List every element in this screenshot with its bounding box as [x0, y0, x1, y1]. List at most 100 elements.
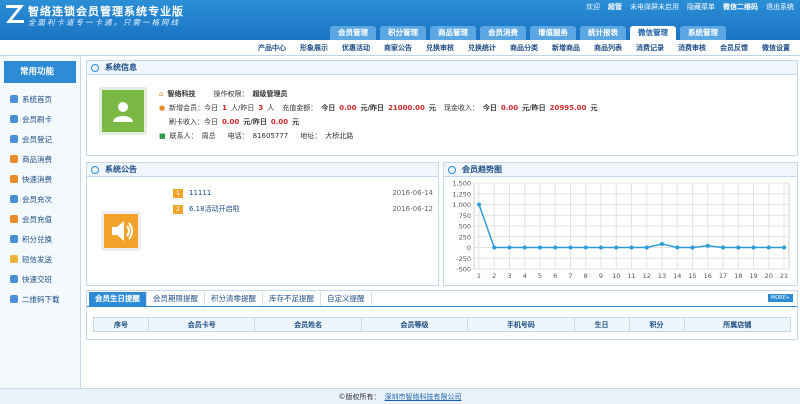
reminder-tab-3[interactable]: 库存不足提醒	[263, 292, 321, 306]
reminder-tab-0[interactable]: 会员生日提醒	[89, 292, 147, 306]
sub-nav-item-0[interactable]: 产品中心	[258, 43, 286, 53]
sidebar-item-6[interactable]: 会员充值	[0, 209, 80, 229]
recharge-today-label: 今日	[321, 104, 336, 112]
info-icon	[91, 64, 99, 72]
sidebar-item-9[interactable]: 快速交班	[0, 269, 80, 289]
reminder-tab-1[interactable]: 会员期限提醒	[147, 292, 205, 306]
new-today: 1	[222, 104, 227, 112]
notice-date: 2016-06-12	[392, 205, 433, 213]
column-header-3[interactable]: 会员等级	[360, 317, 469, 332]
sub-nav-item-7[interactable]: 新增商品	[552, 43, 580, 53]
welcome-text: 欢迎	[586, 3, 600, 11]
sidebar-item-icon	[10, 275, 18, 283]
sub-nav-item-9[interactable]: 消费记录	[636, 43, 664, 53]
reminder-tab-4[interactable]: 自定义提醒	[321, 292, 372, 306]
copyright-label: ©版权所有：	[338, 392, 381, 401]
system-info-panel: 系统信息 ⌂ 智络科技 操作权限： 超级管理员 ● 新增会员：今日 1 人/昨日…	[86, 60, 798, 156]
column-header-4[interactable]: 手机号码	[467, 317, 575, 332]
new-mid: 人/昨日	[230, 104, 255, 112]
sub-nav-item-3[interactable]: 商家公告	[384, 43, 412, 53]
sidebar-item-7[interactable]: 积分兑换	[0, 229, 80, 249]
sub-nav-item-6[interactable]: 商品分类	[510, 43, 538, 53]
sub-nav-item-12[interactable]: 微信设置	[762, 43, 790, 53]
x-tick-label: 10	[612, 272, 620, 280]
sidebar-item-label: 会员登记	[22, 134, 52, 144]
notice-text[interactable]: 11111	[189, 189, 211, 197]
column-header-6[interactable]: 积分	[628, 317, 685, 332]
column-header-2[interactable]: 会员姓名	[254, 317, 362, 332]
y-tick-label: 500	[459, 223, 471, 231]
sub-nav-item-5[interactable]: 兑换统计	[468, 43, 496, 53]
sub-nav-item-1[interactable]: 形象展示	[300, 43, 328, 53]
sidebar-item-4[interactable]: 快速消费	[0, 169, 80, 189]
sub-nav-item-11[interactable]: 会员反馈	[720, 43, 748, 53]
main-content: 系统信息 ⌂ 智络科技 操作权限： 超级管理员 ● 新增会员：今日 1 人/昨日…	[86, 60, 798, 388]
notice-item-1[interactable]: 2 6.18活动开启啦 2016-06-12	[173, 201, 433, 217]
sub-nav-item-10[interactable]: 消费审核	[678, 43, 706, 53]
cash-today-label: 今日	[482, 104, 497, 112]
perm-label: 操作权限：	[213, 90, 249, 98]
new-members-label: 新增会员：今日	[169, 104, 219, 112]
data-point	[538, 245, 542, 250]
trend-chart: 1,5001,2501,0007505002500-250-5001 2 3 4 5 6 7…	[452, 180, 790, 280]
sidebar-item-icon	[10, 155, 18, 163]
logout-link[interactable]: 退出系统	[766, 2, 794, 12]
y-tick-label: 1,250	[452, 190, 471, 198]
main-tab-3[interactable]: 会员消费	[480, 26, 526, 40]
data-point	[675, 245, 680, 250]
main-tab-6[interactable]: 微信管理	[630, 26, 676, 40]
sidebar-item-8[interactable]: 短信发送	[0, 249, 80, 269]
notice-item-0[interactable]: 1 11111 2016-06-14	[173, 185, 433, 201]
column-header-5[interactable]: 生日	[573, 317, 630, 332]
swipe-yesterday: 0.00	[270, 118, 289, 126]
column-header-0[interactable]: 序号	[92, 317, 150, 332]
x-tick-label: 14	[673, 272, 681, 280]
sidebar-item-icon	[10, 235, 18, 243]
logo-icon	[6, 5, 24, 23]
x-tick-label: 8	[584, 272, 588, 280]
data-point	[599, 245, 603, 250]
main-tab-5[interactable]: 统计报表	[580, 26, 626, 40]
sidebar-item-icon	[10, 295, 18, 303]
app-header: 智络连锁会员管理系统专业版 全面利卡道专一卡通，只需一格网线 欢迎 超管 未电弹…	[0, 0, 800, 40]
company-link[interactable]: 深圳市智络科技有限公司	[385, 392, 462, 402]
data-point	[690, 245, 695, 250]
y-tick-label: 0	[467, 244, 471, 252]
notice-status[interactable]: 未电弹屏未启用	[630, 2, 679, 12]
sidebar-item-icon	[10, 195, 18, 203]
qrcode-link[interactable]: 微信二维码	[723, 2, 758, 12]
y-tick-label: 1,000	[452, 201, 471, 209]
sidebar-item-0[interactable]: 系统首页	[0, 89, 80, 109]
main-tab-0[interactable]: 会员管理	[330, 26, 376, 40]
sidebar-item-label: 二维码下载	[22, 294, 60, 304]
sub-nav-item-4[interactable]: 兑换审核	[426, 43, 454, 53]
footer: ©版权所有： 深圳市智络科技有限公司	[0, 388, 800, 404]
more-button[interactable]: MORE+	[767, 294, 793, 302]
main-tab-7[interactable]: 系统管理	[680, 26, 726, 40]
column-header-7[interactable]: 所属店铺	[683, 317, 792, 332]
system-info-title: 系统信息	[105, 63, 137, 72]
main-tab-1[interactable]: 积分管理	[380, 26, 426, 40]
notice-number: 2	[173, 204, 183, 214]
data-point	[614, 245, 619, 250]
x-tick-label: 6	[553, 272, 557, 280]
sidebar-item-5[interactable]: 会员充次	[0, 189, 80, 209]
x-tick-label: 15	[688, 272, 696, 280]
hide-menu-link[interactable]: 隐藏菜单	[687, 2, 715, 12]
reminder-tab-2[interactable]: 积分清零提醒	[205, 292, 263, 306]
main-tab-4[interactable]: 增值服务	[530, 26, 576, 40]
system-info-header: 系统信息	[87, 61, 797, 75]
sidebar-item-2[interactable]: 会员登记	[0, 129, 80, 149]
main-tab-2[interactable]: 商品管理	[430, 26, 476, 40]
notice-text[interactable]: 6.18活动开启啦	[189, 204, 240, 214]
sub-nav-item-8[interactable]: 商品列表	[594, 43, 622, 53]
sidebar-item-1[interactable]: 会员刷卡	[0, 109, 80, 129]
sub-nav: 产品中心 形象展示 优惠活动 商家公告 兑换审核 兑换统计 商品分类 新增商品 商品列表 消费记录…	[0, 40, 800, 56]
sidebar-item-3[interactable]: 商品消费	[0, 149, 80, 169]
sidebar-item-10[interactable]: 二维码下载	[0, 289, 80, 309]
data-point	[644, 245, 649, 250]
new-yesterday: 3	[258, 104, 264, 112]
column-header-1[interactable]: 会员卡号	[148, 317, 256, 332]
sub-nav-item-2[interactable]: 优惠活动	[342, 43, 370, 53]
address-label: 地址：	[300, 132, 322, 140]
